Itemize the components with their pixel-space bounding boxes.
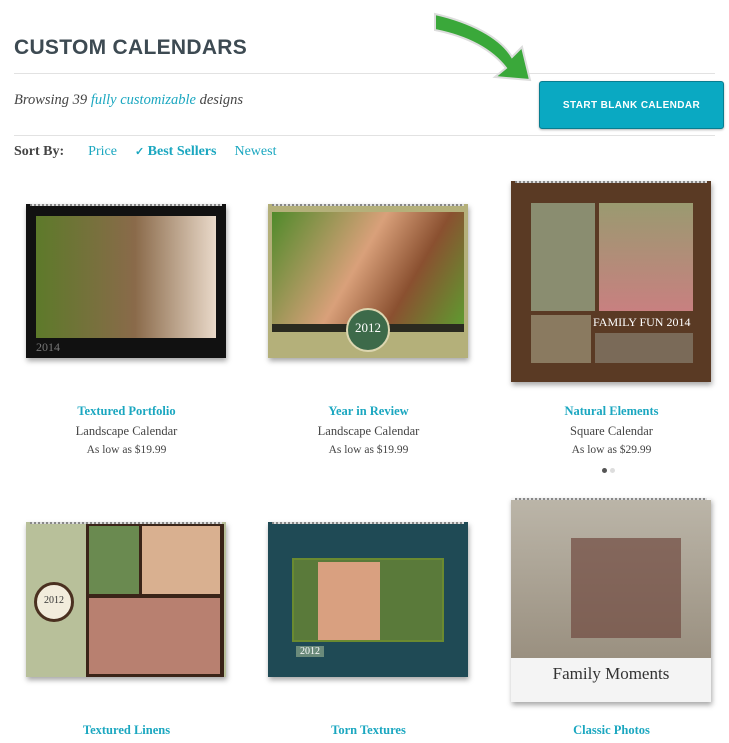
cover-text: 2012 (355, 320, 381, 335)
product-price: As low as $19.99 (328, 444, 409, 456)
start-blank-calendar-button[interactable]: START BLANK CALENDAR (539, 81, 724, 129)
sort-best-sellers-label: Best Sellers (147, 144, 217, 159)
product-type: Landscape Calendar (317, 424, 420, 438)
cover-text: Family Moments (552, 664, 670, 683)
cover-text: 2012 (44, 595, 64, 606)
product-card: Textured Portfolio Landscape Calendar As… (5, 404, 248, 456)
product-card: Textured Linens (5, 723, 248, 743)
calendar-cover-natural-elements[interactable]: FAMILY FUN 2014 (511, 181, 711, 382)
browse-prefix: Browsing 39 (14, 92, 91, 108)
calendar-cover-torn-textures[interactable]: 2012 (268, 522, 468, 677)
calendar-cover-classic-photos[interactable]: Family Moments (511, 498, 711, 702)
calendar-cover-textured-portfolio[interactable]: 2014 (26, 204, 226, 358)
product-name-link[interactable]: Year in Review (247, 404, 490, 424)
product-name-link[interactable]: Textured Linens (5, 723, 248, 743)
cover-text: FAMILY FUN 2014 (593, 315, 691, 329)
carousel-dot[interactable] (602, 468, 607, 473)
product-card: Year in Review Landscape Calendar As low… (247, 404, 490, 456)
sort-label: Sort By: (14, 144, 65, 159)
browse-highlight: fully customizable (90, 92, 196, 108)
calendar-cover-textured-linens[interactable]: 2012 (26, 522, 226, 677)
divider (14, 135, 715, 136)
sort-bar: Sort By: Price ✓︎ Best Sellers Newest (14, 144, 294, 160)
product-name-link[interactable]: Natural Elements (490, 404, 729, 424)
product-price: As low as $29.99 (571, 444, 652, 456)
product-type: Landscape Calendar (75, 424, 178, 438)
carousel-dot[interactable] (610, 468, 615, 473)
cover-text: 2014 (36, 340, 60, 354)
sort-price[interactable]: Price (88, 144, 117, 160)
product-card: Natural Elements Square Calendar As low … (490, 404, 729, 456)
chevron-down-icon: ✓︎ (134, 146, 145, 158)
cover-text: 2012 (296, 646, 324, 657)
product-name-link[interactable]: Textured Portfolio (5, 404, 248, 424)
product-card: Torn Textures (247, 723, 490, 743)
product-price: As low as $19.99 (86, 444, 167, 456)
carousel-dots (602, 468, 615, 473)
product-card: Classic Photos (490, 723, 729, 743)
product-name-link[interactable]: Classic Photos (490, 723, 729, 743)
page-title: CUSTOM CALENDARS (14, 36, 248, 59)
browse-suffix: designs (195, 92, 244, 108)
calendar-cover-year-in-review[interactable]: 2012 (268, 204, 468, 358)
product-name-link[interactable]: Torn Textures (247, 723, 490, 743)
browse-count: Browsing 39 fully customizable designs (14, 92, 243, 109)
divider (14, 73, 715, 74)
sort-newest[interactable]: Newest (234, 144, 276, 160)
green-arrow-icon (434, 12, 532, 82)
product-type: Square Calendar (570, 424, 653, 438)
sort-best-sellers[interactable]: ✓︎ Best Sellers (135, 144, 217, 160)
